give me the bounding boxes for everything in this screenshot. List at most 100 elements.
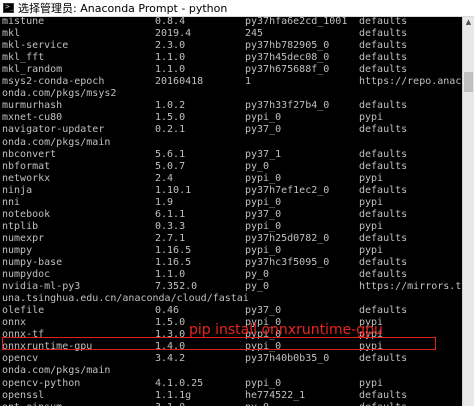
package-channel: defaults (359, 148, 408, 160)
console-line: ntplib 0.3.3 pypi_0 pypi (0, 221, 462, 233)
console-line: nbformat 5.0.7 py_0 defaults (0, 161, 462, 173)
package-name: notebook (2, 208, 51, 220)
package-name: murmurhash (2, 100, 63, 112)
console-line: numpy 1.16.5 pypi_0 pypi (0, 245, 462, 257)
package-version: 1.5.0 (155, 112, 186, 124)
package-version: 20160418 (155, 76, 204, 88)
package-version: 0.8.4 (155, 17, 186, 27)
package-build: py37hfa6e2cd_1001 (245, 17, 348, 27)
package-channel: defaults (359, 40, 408, 52)
scrollbar-thumb[interactable] (464, 72, 473, 92)
package-name: opt-einsum (2, 402, 62, 406)
package-build: py37h7ef1ec2_0 (245, 184, 330, 196)
package-channel: defaults (359, 28, 408, 40)
highlight-box (2, 337, 436, 350)
package-build: py_0 (245, 402, 269, 406)
package-name: numpy (2, 244, 33, 256)
package-channel: https://repo.anac (359, 76, 462, 88)
package-channel: pypi (359, 377, 384, 389)
console-line: mxnet-cu80 1.5.0 pypi_0 pypi (0, 112, 462, 124)
console-line: mkl 2019.4 245 defaults (0, 28, 462, 40)
package-name: networkx (2, 172, 51, 184)
package-name: olefile (2, 305, 45, 317)
vertical-scrollbar[interactable]: ▲ (462, 17, 474, 406)
package-channel: defaults (359, 52, 408, 64)
package-name: msys2-conda-epoch (2, 76, 105, 88)
package-name: mkl_fft (2, 52, 45, 64)
package-version: 1.10.1 (155, 184, 192, 196)
package-channel: pypi (359, 172, 384, 184)
package-build: py_0 (245, 281, 270, 293)
package-version: 1.1.1g (155, 389, 192, 401)
package-build: pypi_0 (245, 196, 282, 208)
package-name: opencv-python (2, 377, 81, 389)
package-name: nbconvert (2, 148, 57, 160)
package-channel: defaults (359, 353, 408, 365)
package-name: nni (2, 196, 21, 208)
package-build: pypi_0 (245, 172, 282, 184)
package-build: pypi_0 (245, 377, 282, 389)
package-name: numpy-base (2, 257, 63, 268)
console-line: opencv 3.4.2 py37h40b0b35_0 defaults (0, 353, 462, 365)
package-version: 1.1.0 (155, 52, 186, 64)
title-bar[interactable]: >_ 选择管理员: Anaconda Prompt - python (0, 0, 474, 17)
package-name: onda.com/pkgs/main (2, 365, 111, 377)
package-name: openssl (2, 389, 45, 401)
package-version: 2.7.1 (155, 232, 186, 244)
package-version: 1.1.0 (155, 269, 186, 281)
package-build: py37_0 (245, 305, 282, 317)
package-channel: defaults (359, 232, 408, 244)
console-line: ninja 1.10.1 py37h7ef1ec2_0 defaults (0, 185, 462, 197)
package-version: 0.46 (155, 305, 180, 317)
package-name: onda.com/pkgs/main (2, 136, 111, 148)
window-title: 选择管理员: Anaconda Prompt - python (18, 2, 228, 15)
package-name: mkl_random (2, 64, 63, 76)
console-line: notebook 6.1.1 py37_0 defaults (0, 209, 462, 221)
package-name: opencv (2, 353, 39, 365)
package-version: 5.6.1 (155, 148, 186, 160)
package-build: 245 (245, 28, 264, 40)
package-version: 6.1.1 (155, 208, 186, 220)
package-build: py_0 (245, 269, 270, 281)
console-line: numpy-base 1.16.5 py37hc3f5095_0 defaults (0, 257, 462, 269)
package-name: ntplib (2, 220, 39, 232)
package-build: pypi_0 (245, 220, 282, 232)
package-version: 1.16.5 (155, 244, 192, 256)
package-build: py_0 (245, 160, 270, 172)
package-build: py37_0 (245, 124, 282, 136)
package-build: py37_1 (245, 148, 282, 160)
package-version: 0.3.3 (155, 220, 186, 232)
package-build: py37hc3f5095_0 (245, 257, 330, 268)
package-name: mxnet-cu80 (2, 112, 63, 124)
package-name: numpydoc (2, 269, 51, 281)
package-channel: pypi (359, 220, 384, 232)
console-line: nbconvert 5.6.1 py37_1 defaults (0, 149, 462, 161)
package-name: navigator-updater (2, 124, 105, 136)
package-build: py37h675688f_0 (245, 64, 330, 76)
package-name: nbformat (2, 160, 51, 172)
console-line: olefile 0.46 py37_0 defaults (0, 305, 462, 317)
console-line: nni 1.9 pypi_0 pypi (0, 197, 462, 209)
package-version: 0.2.1 (155, 124, 186, 136)
package-version: 4.1.0.25 (155, 377, 204, 389)
package-version: 7.352.0 (155, 281, 198, 293)
package-channel: defaults (359, 208, 408, 220)
package-build: py37h45dec08_0 (245, 52, 330, 64)
console-line: onda.com/pkgs/msys2 (0, 88, 462, 100)
package-channel: defaults (359, 257, 408, 268)
package-build: py37_0 (245, 208, 282, 220)
console-line: mistune 0.8.4 py37hfa6e2cd_1001 defaults (0, 17, 462, 28)
package-name: mkl (2, 28, 21, 40)
package-name: numexpr (2, 232, 45, 244)
package-channel: defaults (359, 17, 408, 27)
package-channel: defaults (359, 389, 408, 401)
scroll-up-arrow-icon[interactable]: ▲ (463, 17, 474, 28)
console-line: nvidia-ml-py3 7.352.0 py_0 https://mirrors.… (0, 281, 462, 293)
console-line: navigator-updater 0.2.1 py37_0 defaults (0, 124, 462, 136)
package-name: onda.com/pkgs/msys2 (2, 88, 117, 100)
console-line: openssl 1.1.1g he774522_1 defaults (0, 390, 462, 402)
package-version: 2.3.0 (155, 40, 186, 52)
package-version: 1.0.2 (155, 100, 186, 112)
package-channel: defaults (359, 305, 408, 317)
package-build: py37h33f27b4_0 (245, 100, 330, 112)
